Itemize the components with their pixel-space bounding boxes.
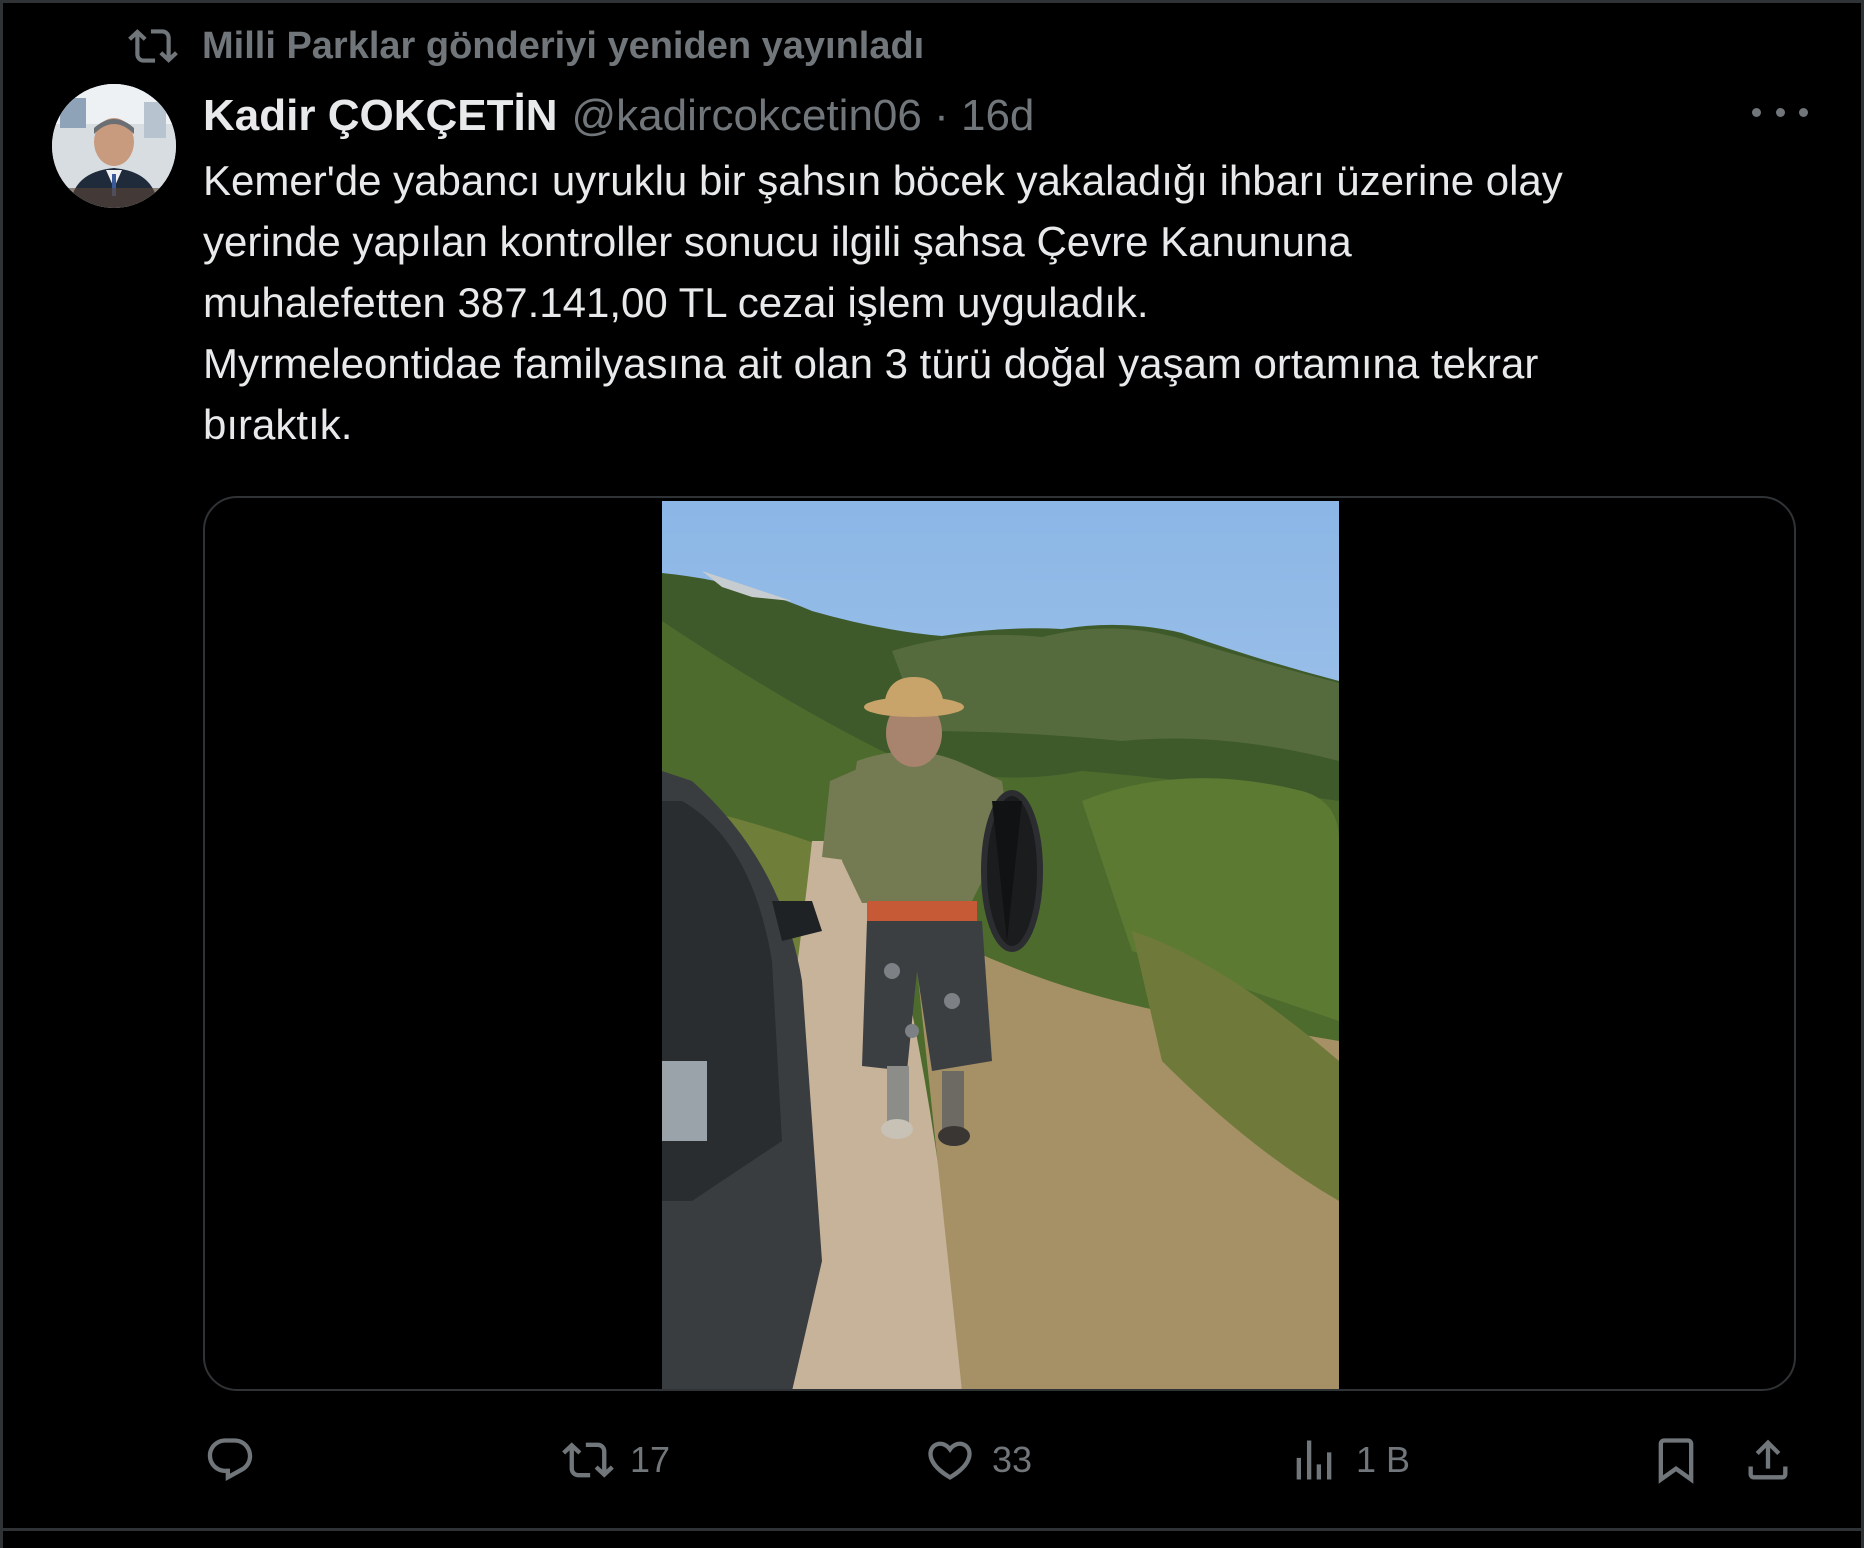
media-container[interactable] xyxy=(203,496,1796,1391)
like-button[interactable]: 33 xyxy=(924,1425,1032,1495)
more-dot xyxy=(1752,107,1761,117)
like-count: 33 xyxy=(992,1439,1033,1480)
more-options-button[interactable] xyxy=(1752,90,1808,134)
author-name[interactable]: Kadir ÇOKÇETİN xyxy=(203,91,557,141)
heart-icon xyxy=(928,1441,972,1480)
author-handle-time[interactable]: @kadircokcetin06 · 16d xyxy=(571,91,1034,141)
reply-button[interactable] xyxy=(204,1425,272,1495)
views-button[interactable]: 1 B xyxy=(1288,1425,1410,1495)
views-icon xyxy=(1296,1440,1332,1480)
more-dot xyxy=(1775,107,1785,117)
divider xyxy=(0,1528,1864,1531)
bookmark-icon xyxy=(1658,1438,1694,1484)
reply-icon xyxy=(207,1438,253,1482)
retweet-icon xyxy=(562,1442,614,1478)
avatar[interactable] xyxy=(52,84,176,208)
share-icon xyxy=(1748,1439,1788,1480)
tweet-text: Kemer'de yabancı uyruklu bir şahsın böce… xyxy=(203,150,1763,455)
retweet-count: 17 xyxy=(630,1439,671,1480)
tweet-header: Kadir ÇOKÇETİN @kadircokcetin06 · 16d xyxy=(203,88,1034,144)
more-dot xyxy=(1799,107,1808,117)
repost-context[interactable]: Milli Parklar gönderiyi yeniden yayınlad… xyxy=(128,22,924,70)
tweet-line: bıraktık. xyxy=(203,401,353,448)
tweet-line: muhalefetten 387.141,00 TL cezai işlem u… xyxy=(203,279,1149,326)
action-bar: 17 33 1 B xyxy=(0,1425,1864,1495)
repost-text: Milli Parklar gönderiyi yeniden yayınlad… xyxy=(202,24,925,67)
views-count: 1 B xyxy=(1356,1439,1411,1480)
repost-icon xyxy=(128,29,178,63)
retweet-button[interactable]: 17 xyxy=(562,1425,670,1495)
tweet-line: Myrmeleontidae familyasına ait olan 3 tü… xyxy=(203,340,1539,387)
tweet-line: yerinde yapılan kontroller sonucu ilgili… xyxy=(203,218,1352,265)
tweet-line: Kemer'de yabancı uyruklu bir şahsın böce… xyxy=(203,157,1563,204)
share-button[interactable] xyxy=(1742,1425,1794,1495)
avatar-image xyxy=(52,84,176,208)
bookmark-button[interactable] xyxy=(1650,1425,1702,1495)
tweet-photo xyxy=(662,501,1339,1389)
